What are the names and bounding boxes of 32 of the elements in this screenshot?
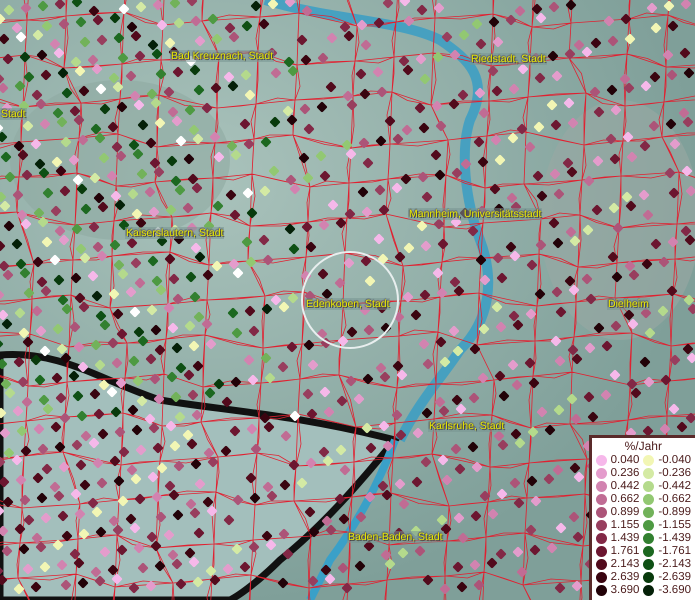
legend-value: 1.761 <box>610 545 640 558</box>
place-label: Baden-Baden, Stadt <box>347 531 444 543</box>
place-label: Bad Kreuznach, Stadt <box>170 50 274 62</box>
legend-value: 1.155 <box>610 519 640 532</box>
legend-value: -2.639 <box>658 571 691 584</box>
legend-title: %/Jahr <box>624 440 663 453</box>
legend-value: -0.236 <box>658 467 691 480</box>
legend-value: -0.040 <box>658 454 691 467</box>
legend-value: 0.899 <box>610 506 640 519</box>
legend-value: 0.442 <box>610 480 640 493</box>
legend-value: 2.143 <box>610 558 640 571</box>
legend-value: -1.761 <box>658 545 691 558</box>
legend-value: 3.690 <box>610 584 640 597</box>
place-label: Kaiserslautern, Stadt <box>125 227 224 239</box>
legend-value: -0.899 <box>658 506 691 519</box>
place-label: Mannheim, Universitätsstadt <box>408 208 542 220</box>
legend-value: 2.639 <box>610 571 640 584</box>
legend-value: 0.040 <box>610 454 640 467</box>
place-label: Karlsruhe, Stadt <box>428 420 506 432</box>
place-label: Dielheim <box>607 298 650 310</box>
legend-value: 1.439 <box>610 532 640 545</box>
legend-value: -1.155 <box>658 519 691 532</box>
place-label: Stadt <box>0 108 27 120</box>
legend-value: 0.662 <box>610 493 640 506</box>
legend-value: -2.143 <box>658 558 691 571</box>
legend-value: 0.236 <box>610 467 640 480</box>
legend-value: -0.442 <box>658 480 691 493</box>
legend-value: -1.439 <box>658 532 691 545</box>
place-label: Edenkoben, Stadt <box>305 298 390 310</box>
legend-value: -0.662 <box>658 493 691 506</box>
legend-value: -3.690 <box>658 584 691 597</box>
place-label: Riedstadt, Stadt <box>470 53 547 65</box>
